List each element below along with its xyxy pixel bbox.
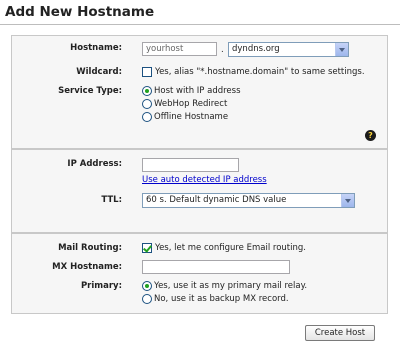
- ttl-select[interactable]: 60 s. Default dynamic DNS value: [142, 193, 355, 208]
- service-option-webhop: WebHop Redirect: [154, 99, 228, 109]
- mail-routing-label: Mail Routing:: [58, 243, 122, 253]
- domain-select-value: dyndns.org: [232, 44, 280, 54]
- ip-address-label: IP Address:: [67, 159, 122, 169]
- page-title: Add New Hostname: [5, 4, 155, 20]
- wildcard-checkbox[interactable]: [142, 67, 152, 77]
- primary-option-no: No, use it as backup MX record.: [154, 294, 289, 304]
- help-icon[interactable]: ?: [365, 130, 376, 141]
- mx-hostname-input[interactable]: [142, 260, 290, 274]
- primary-label: Primary:: [80, 281, 122, 291]
- chevron-down-icon: [341, 194, 354, 207]
- service-radio-offline[interactable]: [142, 112, 152, 122]
- hostname-separator: .: [221, 45, 224, 55]
- primary-radio-no[interactable]: [142, 294, 152, 304]
- chevron-down-icon: [335, 43, 348, 56]
- hostname-panel: Hostname: yourhost . dyndns.org Wildcard…: [11, 35, 388, 149]
- primary-radio-yes[interactable]: [142, 281, 152, 291]
- ttl-select-value: 60 s. Default dynamic DNS value: [146, 195, 287, 205]
- ttl-label: TTL:: [101, 195, 122, 205]
- title-divider: [0, 24, 400, 25]
- mx-hostname-label: MX Hostname:: [52, 262, 122, 272]
- mail-panel: Mail Routing: Yes, let me configure Emai…: [11, 233, 388, 314]
- mail-routing-checkbox[interactable]: [142, 243, 152, 253]
- domain-select[interactable]: dyndns.org: [228, 42, 349, 57]
- hostname-input[interactable]: yourhost: [142, 42, 217, 56]
- service-radio-webhop[interactable]: [142, 99, 152, 109]
- wildcard-label: Wildcard:: [76, 67, 122, 77]
- service-option-host: Host with IP address: [154, 86, 241, 96]
- create-host-button[interactable]: Create Host: [305, 325, 375, 341]
- service-radio-host[interactable]: [142, 86, 152, 96]
- auto-detect-ip-link[interactable]: Use auto detected IP address: [142, 175, 267, 185]
- wildcard-text: Yes, alias "*.hostname.domain" to same s…: [155, 67, 365, 77]
- mail-routing-text: Yes, let me configure Email routing.: [155, 243, 306, 253]
- ip-panel: IP Address: Use auto detected IP address…: [11, 149, 388, 233]
- ip-address-input[interactable]: [142, 158, 239, 172]
- primary-option-yes: Yes, use it as my primary mail relay.: [154, 281, 308, 291]
- service-option-offline: Offline Hostname: [154, 112, 229, 122]
- hostname-label: Hostname:: [70, 43, 122, 53]
- service-type-label: Service Type:: [58, 86, 122, 96]
